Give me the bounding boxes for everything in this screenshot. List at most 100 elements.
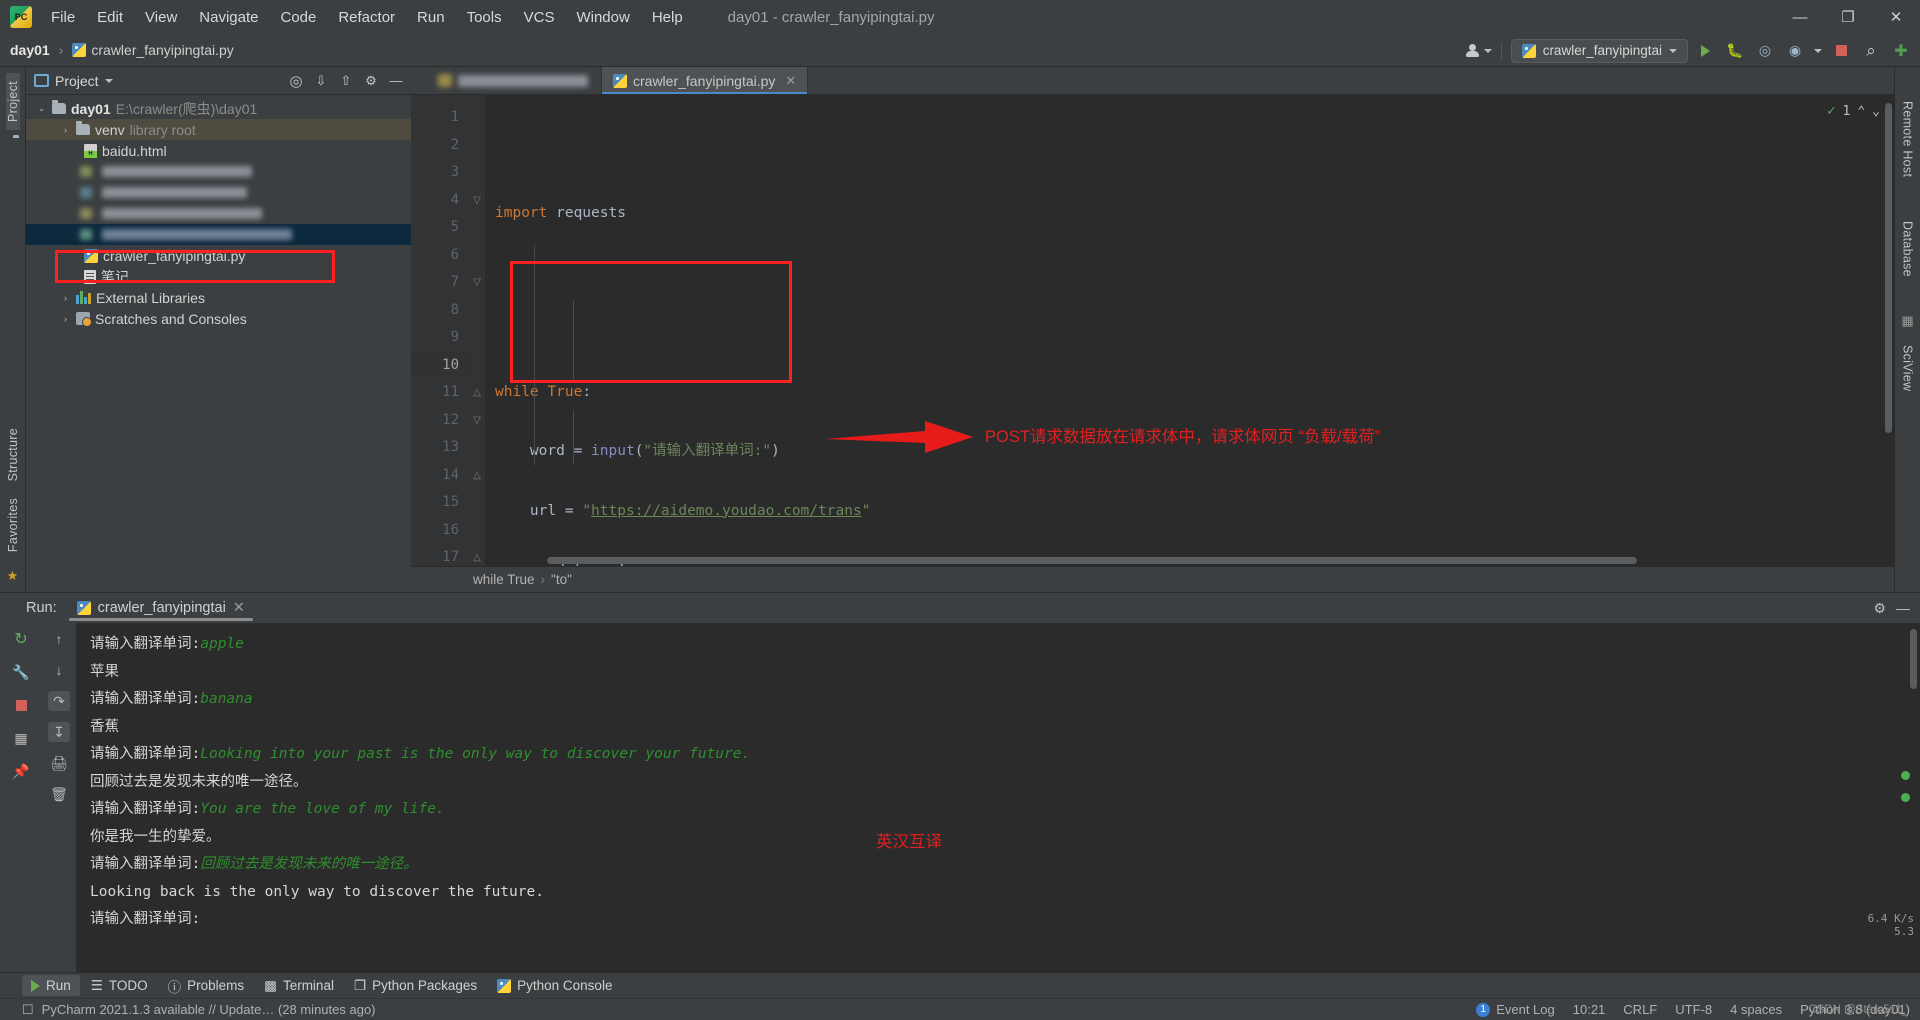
menu-help[interactable]: Help <box>641 5 694 30</box>
tool-window-terminal[interactable]: ▩ Terminal <box>255 975 343 997</box>
close-run-tab-icon[interactable]: ✕ <box>233 600 245 616</box>
up-arrow-icon[interactable]: ↑ <box>48 629 70 649</box>
tool-window-python-packages[interactable]: ❐ Python Packages <box>345 975 486 997</box>
updates-icon[interactable]: ✚ <box>1888 39 1914 63</box>
tree-item-crawler-fanyipingtai-py[interactable]: crawler_fanyipingtai.py <box>26 245 411 266</box>
select-opened-file-icon[interactable]: ◎ <box>285 70 307 92</box>
menu-file[interactable]: File <box>40 5 86 30</box>
tree-item-blurred[interactable] <box>26 203 411 224</box>
tool-window-run[interactable]: Run <box>22 975 80 996</box>
soft-wrap-icon[interactable]: ↷ <box>48 691 70 711</box>
stop-icon[interactable] <box>10 695 32 715</box>
menu-navigate[interactable]: Navigate <box>188 5 269 30</box>
maximize-button[interactable]: ❐ <box>1824 0 1872 34</box>
expand-all-icon[interactable]: ⇩ <box>310 70 332 92</box>
chevron-right-icon[interactable]: › <box>60 125 71 135</box>
print-icon[interactable]: 🖨 <box>48 753 70 773</box>
tool-window-python-console[interactable]: Python Console <box>488 975 621 996</box>
status-indent[interactable]: 4 spaces <box>1730 1002 1782 1017</box>
rail-project-label[interactable]: Project <box>5 73 20 131</box>
code-text-area[interactable]: import requests while True: word = input… <box>485 95 1894 566</box>
hide-panel-icon[interactable]: — <box>385 70 407 92</box>
clear-all-icon[interactable]: 🗑 <box>48 784 70 804</box>
breadcrumb-to-key[interactable]: "to" <box>551 572 572 587</box>
status-message[interactable]: PyCharm 2021.1.3 available // Update… (2… <box>42 1002 376 1017</box>
tree-item-baidu-html[interactable]: baidu.html <box>26 140 411 161</box>
project-scope-chevron-icon[interactable] <box>104 78 113 83</box>
run-settings-gear-icon[interactable]: ⚙ <box>1873 600 1886 617</box>
event-log-widget[interactable]: 1 Event Log <box>1476 1002 1555 1017</box>
profile-dropdown-icon[interactable] <box>1812 39 1824 63</box>
rail-star-icon[interactable]: ★ <box>7 568 19 584</box>
status-encoding[interactable]: UTF-8 <box>1675 1002 1712 1017</box>
editor-horizontal-scrollbar[interactable] <box>547 557 1637 564</box>
pin-icon[interactable]: 📌 <box>10 761 32 781</box>
menu-run[interactable]: Run <box>406 5 456 30</box>
minimize-button[interactable]: — <box>1776 0 1824 34</box>
fold-marker-my-headers[interactable]: ▽ <box>469 407 485 435</box>
profile-button[interactable]: ◉ <box>1782 39 1808 63</box>
tree-item-day01[interactable]: ⌄ day01 E:\crawler(爬虫)\day01 <box>26 98 411 119</box>
status-line-separator[interactable]: CRLF <box>1623 1002 1657 1017</box>
collapse-all-icon[interactable]: ⇧ <box>335 70 357 92</box>
fold-marker-my-data[interactable]: ▽ <box>469 269 485 297</box>
rail-database-label[interactable]: Database <box>1901 213 1915 285</box>
layout-icon[interactable]: ▦ <box>10 728 32 748</box>
fold-marker-print[interactable]: △ <box>469 544 485 572</box>
rail-remote-host-label[interactable]: Remote Host <box>1901 93 1915 185</box>
close-button[interactable]: ✕ <box>1872 0 1920 34</box>
rail-sciview-label[interactable]: SciView <box>1901 337 1915 399</box>
tree-item-scratches-and-consoles[interactable]: › Scratches and Consoles <box>26 308 411 329</box>
breadcrumb-project[interactable]: day01 <box>10 42 50 58</box>
user-account-icon[interactable] <box>1465 39 1492 63</box>
editor-vertical-scrollbar[interactable] <box>1885 103 1892 433</box>
fold-marker-end-my-headers[interactable]: △ <box>469 462 485 490</box>
debug-button[interactable]: 🐛 <box>1722 39 1748 63</box>
editor-tab-blurred[interactable] <box>427 67 602 94</box>
scroll-to-end-icon[interactable]: ↧ <box>48 722 70 742</box>
tree-item-blurred[interactable] <box>26 161 411 182</box>
tree-item-blurred[interactable] <box>26 182 411 203</box>
menu-code[interactable]: Code <box>269 5 327 30</box>
chevron-right-icon[interactable]: › <box>60 314 71 324</box>
status-caret-position[interactable]: 10:21 <box>1573 1002 1606 1017</box>
chevron-down-icon[interactable]: ⌄ <box>36 103 47 114</box>
search-everywhere-icon[interactable]: ⌕ <box>1858 39 1884 63</box>
run-hide-icon[interactable]: — <box>1896 600 1910 616</box>
console-vertical-scrollbar[interactable] <box>1910 629 1917 689</box>
menu-tools[interactable]: Tools <box>456 5 513 30</box>
run-configuration-selector[interactable]: crawler_fanyipingtai <box>1510 38 1688 63</box>
menu-window[interactable]: Window <box>565 5 640 30</box>
run-console-output[interactable]: 请输入翻译单词:apple 苹果 请输入翻译单词:banana 香蕉 请输入翻译… <box>76 623 1920 972</box>
tree-item-external-libraries[interactable]: › External Libraries <box>26 287 411 308</box>
wrench-icon[interactable]: 🔧 <box>10 662 32 682</box>
coverage-button[interactable]: ◎ <box>1752 39 1778 63</box>
breadcrumb-file[interactable]: crawler_fanyipingtai.py <box>91 42 233 58</box>
tool-window-todo[interactable]: ☰ TODO <box>82 975 157 997</box>
inspection-prev-icon[interactable]: ⌃ <box>1857 104 1865 119</box>
tree-item-venv[interactable]: › venv library root <box>26 119 411 140</box>
menu-view[interactable]: View <box>134 5 188 30</box>
run-tab-crawler-fanyipingtai[interactable]: crawler_fanyipingtai ✕ <box>68 593 254 623</box>
inspection-next-icon[interactable]: ⌄ <box>1872 104 1880 119</box>
chevron-right-icon[interactable]: › <box>60 293 71 303</box>
menu-edit[interactable]: Edit <box>86 5 134 30</box>
run-button[interactable] <box>1692 39 1718 63</box>
rail-structure-label[interactable]: Structure <box>6 420 20 489</box>
rerun-icon[interactable]: ↻ <box>10 629 32 649</box>
close-tab-icon[interactable]: ✕ <box>785 73 796 89</box>
settings-gear-icon[interactable]: ⚙ <box>360 70 382 92</box>
rail-favorites-label[interactable]: Favorites <box>6 490 20 560</box>
menu-vcs[interactable]: VCS <box>513 5 566 30</box>
editor-tab-crawler-fanyipingtai-py[interactable]: crawler_fanyipingtai.py ✕ <box>602 67 809 94</box>
breadcrumb-while-true[interactable]: while True <box>473 572 535 587</box>
tool-window-problems[interactable]: ⓘ Problems <box>159 973 254 999</box>
tree-item-notes[interactable]: 笔记 <box>26 266 411 287</box>
stop-button[interactable] <box>1828 39 1854 63</box>
down-arrow-icon[interactable]: ↓ <box>48 660 70 680</box>
tree-item-blurred-selected[interactable] <box>26 224 411 245</box>
menu-refactor[interactable]: Refactor <box>327 5 406 30</box>
inspection-widget[interactable]: ✓ 1 ⌃ ⌄ <box>1827 103 1880 119</box>
fold-marker-while[interactable]: ▽ <box>469 187 485 215</box>
fold-marker-end-my-data[interactable]: △ <box>469 379 485 407</box>
